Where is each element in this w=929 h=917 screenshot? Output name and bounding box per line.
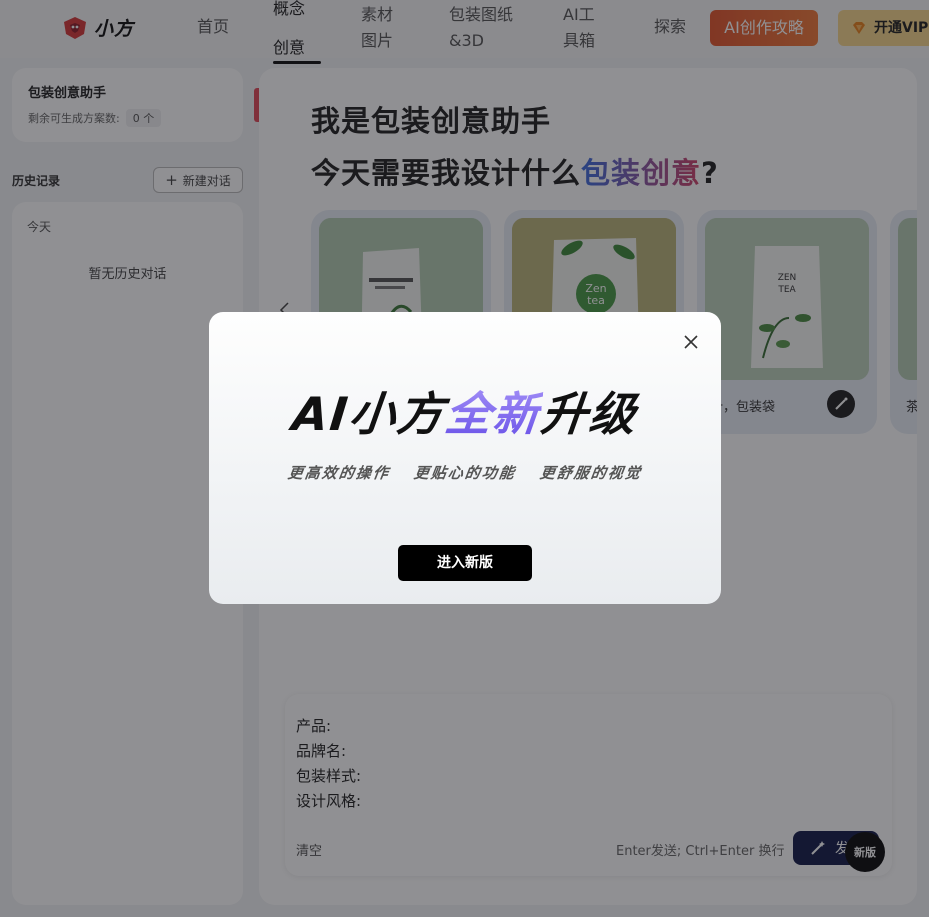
modal-title-prefix: AI小方	[289, 387, 449, 441]
feature-visual: 更舒服的视觉	[538, 464, 644, 482]
upgrade-modal: AI小方全新升级 更高效的操作 更贴心的功能 更舒服的视觉 进入新版	[209, 312, 721, 604]
enter-new-version-button[interactable]: 进入新版	[398, 545, 532, 581]
feature-efficient: 更高效的操作	[286, 464, 392, 482]
modal-title-suffix: 升级	[538, 387, 641, 441]
modal-features: 更高效的操作 更贴心的功能 更舒服的视觉	[209, 462, 721, 483]
close-icon[interactable]	[682, 333, 700, 351]
modal-title: AI小方全新升级	[206, 384, 724, 444]
modal-title-accent: 全新	[442, 387, 545, 441]
feature-thoughtful: 更贴心的功能	[412, 464, 518, 482]
